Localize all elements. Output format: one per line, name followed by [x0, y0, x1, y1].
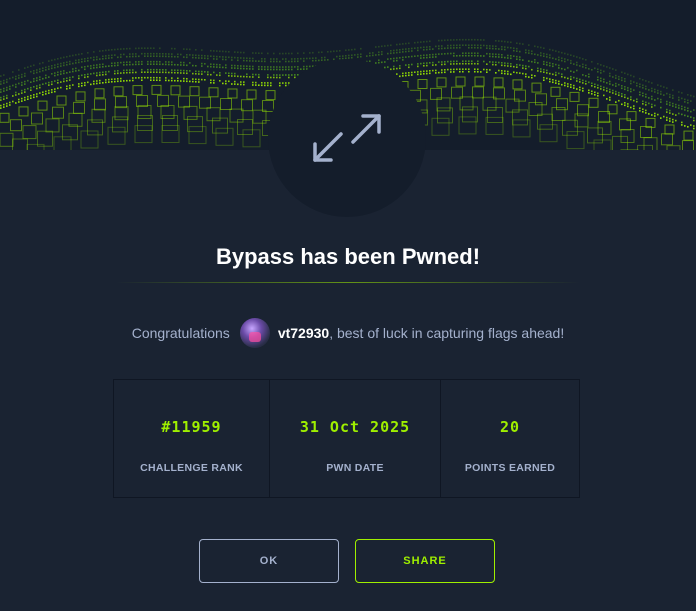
arrows-expand-icon [307, 108, 387, 168]
points-earned-value: 20 [500, 418, 520, 436]
challenge-rank-value: #11959 [161, 418, 221, 436]
pwn-date-label: PWN DATE [326, 462, 384, 474]
stat-challenge-rank: #11959 CHALLENGE RANK [114, 380, 270, 497]
username: vt72930 [278, 325, 329, 341]
modal-title: Bypass has been Pwned! [0, 244, 696, 270]
share-button[interactable]: SHARE [355, 539, 495, 583]
points-earned-label: POINTS EARNED [465, 462, 555, 474]
stats-panel: #11959 CHALLENGE RANK 31 Oct 2025 PWN DA… [113, 379, 580, 498]
stat-points-earned: 20 POINTS EARNED [441, 380, 579, 497]
congratulations-message: Congratulations vt72930, best of luck in… [0, 318, 696, 348]
pwn-date-value: 31 Oct 2025 [300, 418, 410, 436]
ok-button[interactable]: OK [199, 539, 339, 583]
congrats-suffix: , best of luck in capturing flags ahead! [329, 325, 564, 341]
challenge-rank-label: CHALLENGE RANK [140, 462, 243, 474]
user-avatar [240, 318, 270, 348]
challenge-icon-circle [268, 59, 426, 217]
title-divider [116, 282, 580, 283]
stat-pwn-date: 31 Oct 2025 PWN DATE [270, 380, 441, 497]
congrats-prefix: Congratulations [132, 325, 230, 341]
